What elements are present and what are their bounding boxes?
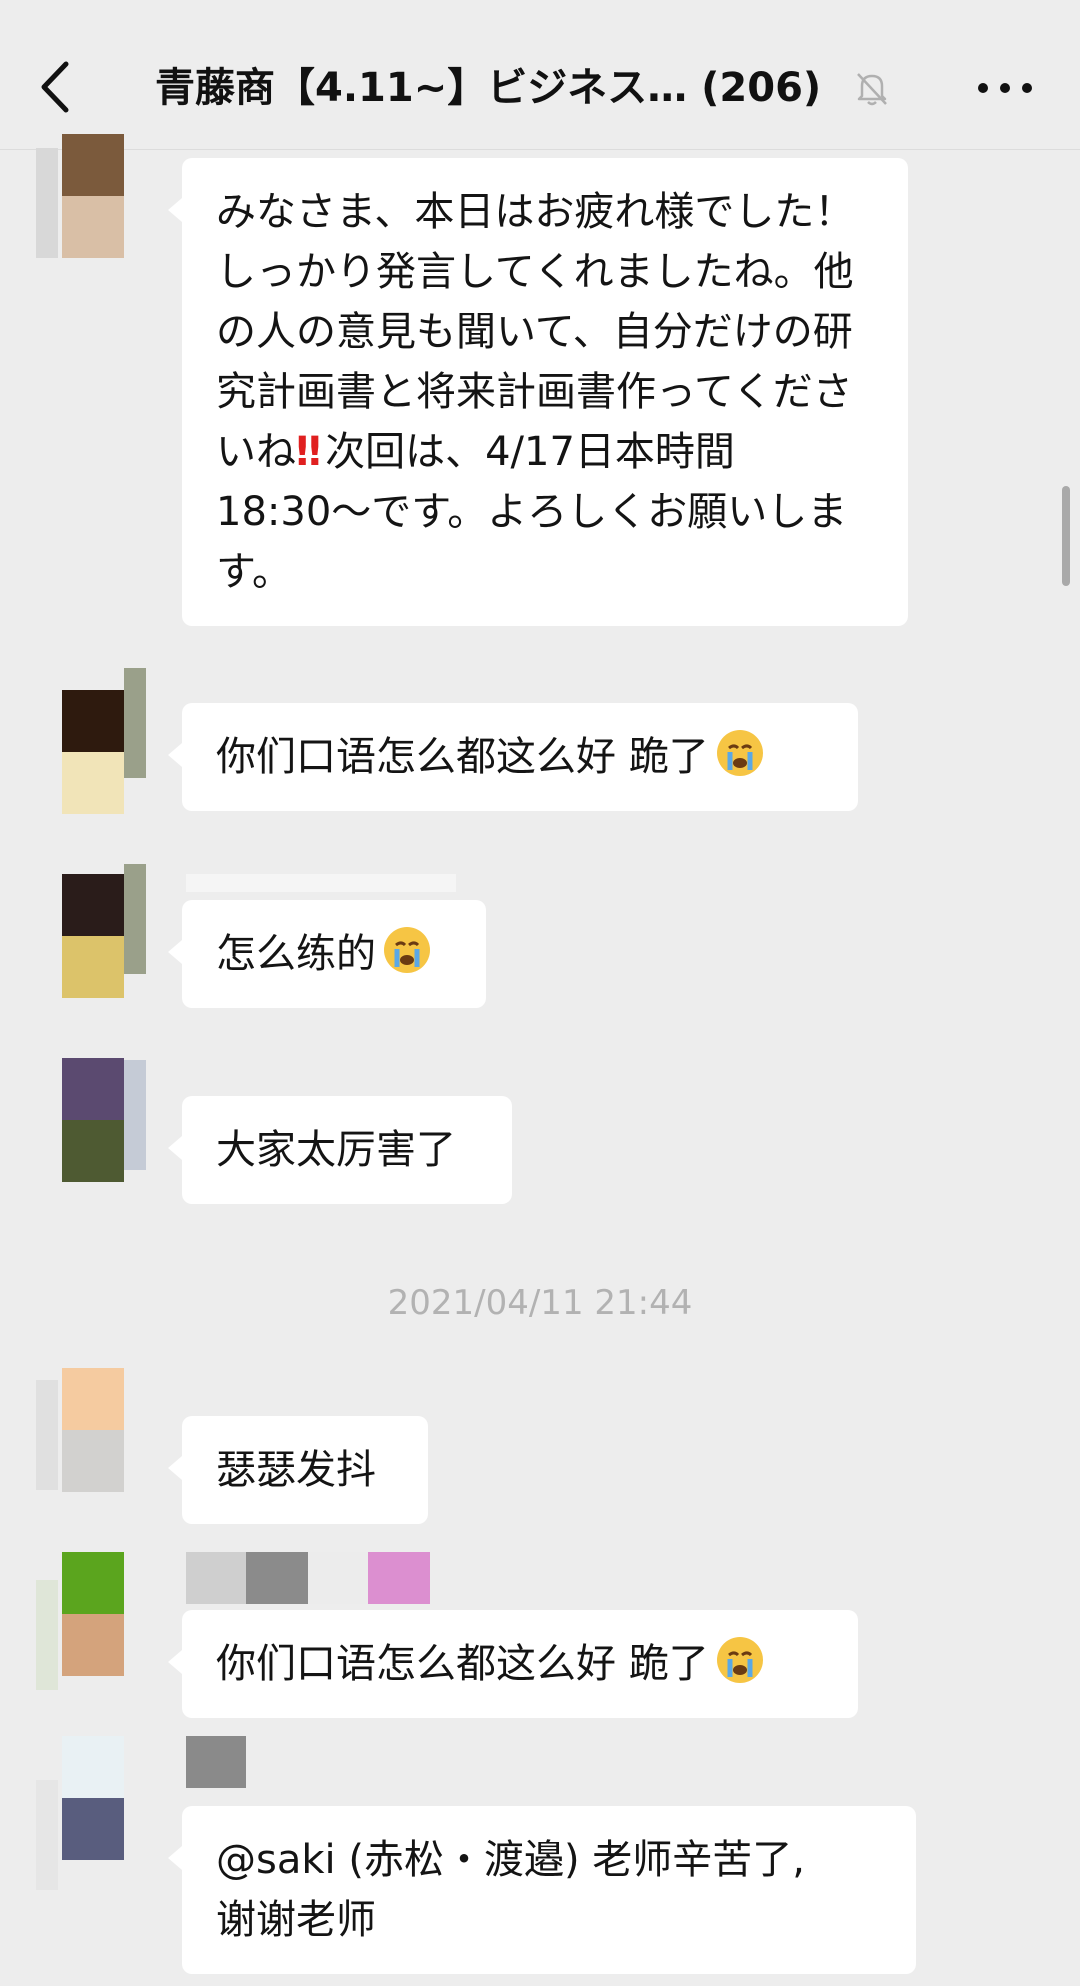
- avatar-blur: [36, 1580, 58, 1690]
- sender-name-blur: [186, 1552, 246, 1604]
- chevron-left-icon: [41, 61, 69, 113]
- message-text: 大家太厉害了: [216, 1127, 456, 1173]
- crying-face-icon: [384, 927, 430, 973]
- message-bubble[interactable]: @saki (赤松・渡邉) 老师辛苦了, 谢谢老师: [168, 1806, 916, 1974]
- avatar[interactable]: [62, 690, 124, 814]
- timestamp: 2021/04/11 21:44: [387, 1283, 693, 1323]
- sender-name-blur: [186, 874, 456, 892]
- bell-muted-icon: [852, 68, 892, 108]
- more-button[interactable]: [970, 66, 1040, 106]
- avatar-blur: [36, 1380, 58, 1490]
- sender-name-blur: [186, 1736, 246, 1788]
- avatar[interactable]: [62, 1368, 124, 1492]
- avatar[interactable]: [62, 1736, 124, 1860]
- message-text: 你们口语怎么都这么好 跪了: [216, 1641, 709, 1687]
- avatar-blur: [124, 1060, 146, 1170]
- message-bubble[interactable]: みなさま、本日はお疲れ様でした！しっかり発言してくれましたね。他の人の意見も聞い…: [168, 158, 908, 626]
- more-dots-icon: [978, 83, 1032, 93]
- scrollbar-thumb[interactable]: [1062, 486, 1070, 586]
- avatar-blur: [36, 1780, 58, 1890]
- avatar[interactable]: [62, 1552, 124, 1676]
- message-bubble[interactable]: 大家太厉害了: [168, 1096, 512, 1204]
- sender-name-blur: [246, 1552, 308, 1604]
- double-exclamation-icon: ‼: [296, 429, 321, 475]
- back-button[interactable]: [36, 52, 96, 122]
- avatar-blur: [124, 864, 146, 974]
- sender-name-blur: [368, 1552, 430, 1604]
- avatar[interactable]: [62, 134, 124, 258]
- crying-face-icon: [716, 1637, 763, 1683]
- avatar[interactable]: [62, 874, 124, 998]
- message-text: @saki (赤松・渡邉) 老师辛苦了,: [216, 1837, 805, 1883]
- chat-header: 青藤商【4.11~】ビジネス… (206): [0, 0, 1080, 150]
- sender-name-blur: [308, 1552, 368, 1604]
- chat-title[interactable]: 青藤商【4.11~】ビジネス… (206): [155, 58, 845, 118]
- chat-screen: 青藤商【4.11~】ビジネス… (206) みなさま、本日はお疲れ様でした！しっ…: [0, 0, 1080, 1986]
- message-bubble[interactable]: 你们口语怎么都这么好 跪了: [168, 703, 858, 811]
- message-text: 谢谢老师: [216, 1897, 376, 1943]
- message-bubble[interactable]: 怎么练的: [168, 900, 486, 1008]
- message-text: 瑟瑟发抖: [216, 1447, 376, 1493]
- message-bubble[interactable]: 你们口语怎么都这么好 跪了: [168, 1610, 858, 1718]
- crying-face-icon: [716, 730, 763, 776]
- avatar-blur: [124, 668, 146, 778]
- avatar[interactable]: [62, 1058, 124, 1182]
- message-text: 你们口语怎么都这么好 跪了: [216, 734, 709, 780]
- avatar-blur: [36, 148, 58, 258]
- message-text: 怎么练的: [216, 931, 376, 977]
- message-bubble[interactable]: 瑟瑟发抖: [168, 1416, 428, 1524]
